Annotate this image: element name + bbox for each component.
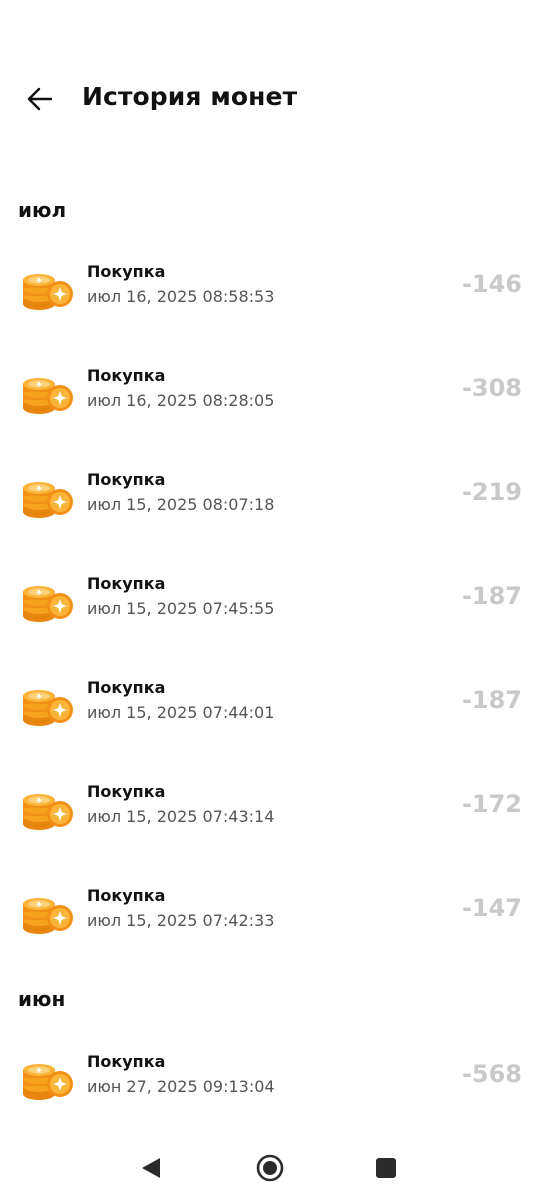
transaction-amount: -172 [461,790,522,818]
system-nav-bar [0,1136,540,1200]
list-item[interactable]: Покупка июн 27, 2025 09:13:04 -568 [0,1052,540,1132]
screen: История монет июл Покупка июл 16, 2025 0… [0,0,540,1200]
transaction-title: Покупка [87,366,166,385]
coin-stack-icon [23,482,73,518]
triangle-back-icon [142,1158,160,1178]
coin-stack-icon [23,586,73,622]
transaction-title: Покупка [87,262,166,281]
coin-stack-icon [23,1064,73,1100]
square-recents-icon [376,1158,396,1178]
nav-home-button[interactable] [254,1152,286,1184]
nav-back-button[interactable] [136,1152,168,1184]
transaction-amount: -147 [461,894,522,922]
list-item[interactable]: Покупка июл 15, 2025 07:42:33 -147 [0,886,540,966]
transaction-title: Покупка [87,886,166,905]
back-button[interactable] [20,79,60,119]
transaction-title: Покупка [87,678,166,697]
page-title: История монет [82,82,298,111]
list-item[interactable]: Покупка июл 16, 2025 08:28:05 -308 [0,366,540,446]
transaction-title: Покупка [87,470,166,489]
list-item[interactable]: Покупка июл 15, 2025 07:43:14 -172 [0,782,540,862]
list-item[interactable]: Покупка июл 16, 2025 08:58:53 -146 [0,262,540,342]
transaction-date: июл 15, 2025 08:07:18 [87,495,275,514]
list-item[interactable]: Покупка июл 15, 2025 07:45:55 -187 [0,574,540,654]
transaction-date: июн 27, 2025 09:13:04 [87,1077,275,1096]
circle-home-icon [256,1154,284,1182]
app-header: История монет [0,70,540,128]
transaction-amount: -146 [461,270,522,298]
coin-stack-icon [23,274,73,310]
nav-recents-button[interactable] [370,1152,402,1184]
transaction-date: июл 16, 2025 08:28:05 [87,391,275,410]
transaction-date: июл 15, 2025 07:42:33 [87,911,275,930]
transaction-amount: -219 [461,478,522,506]
transaction-title: Покупка [87,1052,166,1071]
list-item[interactable]: Покупка июл 15, 2025 08:07:18 -219 [0,470,540,550]
transaction-title: Покупка [87,782,166,801]
transaction-amount: -187 [461,686,522,714]
section-label-jul: июл [18,198,67,222]
section-label-jun: июн [18,987,66,1011]
coin-stack-icon [23,794,73,830]
transaction-amount: -187 [461,582,522,610]
transaction-date: июл 16, 2025 08:58:53 [87,287,275,306]
coin-stack-icon [23,378,73,414]
transaction-date: июл 15, 2025 07:45:55 [87,599,275,618]
transaction-date: июл 15, 2025 07:44:01 [87,703,275,722]
transaction-amount: -308 [461,374,522,402]
transaction-title: Покупка [87,574,166,593]
coin-stack-icon [23,690,73,726]
arrow-left-icon [27,87,53,111]
coin-stack-icon [23,898,73,934]
list-item[interactable]: Покупка июл 15, 2025 07:44:01 -187 [0,678,540,758]
transaction-amount: -568 [461,1060,522,1088]
transaction-date: июл 15, 2025 07:43:14 [87,807,275,826]
